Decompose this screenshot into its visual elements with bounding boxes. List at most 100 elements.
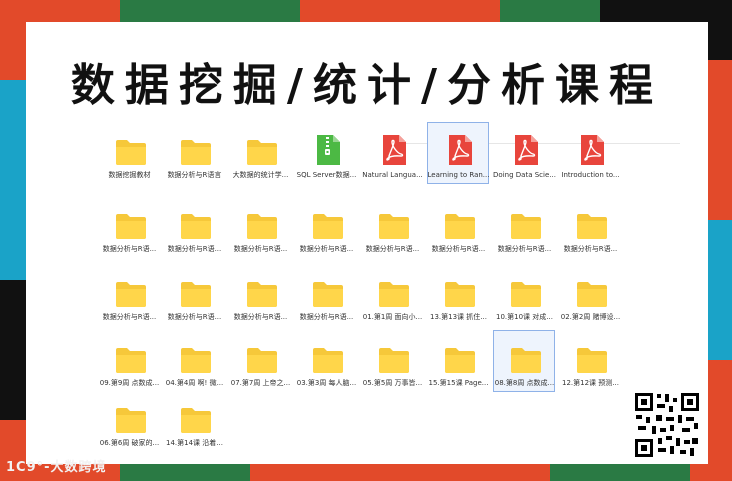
folder-item[interactable]: 14.第14课 沿着... — [165, 400, 227, 462]
file-label: 数据分析与R语言 — [167, 171, 222, 179]
file-label: 数据分析与R语... — [431, 245, 486, 253]
folder-icon — [510, 280, 542, 308]
folder-item[interactable]: 数据分析与R语... — [165, 274, 227, 336]
file-label: Learning to Ran... — [427, 171, 490, 179]
file-label: 数据挖掘教材 — [108, 171, 151, 179]
pdf-file-icon — [576, 135, 608, 166]
file-label: Introduction to... — [561, 171, 620, 179]
folder-icon — [115, 212, 147, 240]
file-item-pdf[interactable]: Introduction to... — [561, 132, 623, 194]
file-label: 03.第3周 每人脑... — [296, 379, 357, 387]
folder-icon — [180, 280, 212, 308]
folder-icon — [378, 346, 410, 374]
folder-icon — [312, 212, 344, 240]
folder-item[interactable]: 数据分析与R语... — [363, 206, 425, 268]
file-label: 13.第13课 抓住... — [430, 313, 487, 321]
folder-icon — [576, 212, 608, 240]
folder-item[interactable]: 12.第12课 预测... — [561, 340, 623, 402]
folder-icon — [246, 280, 278, 308]
folder-item[interactable]: 大数据的统计学... — [231, 132, 293, 194]
folder-item[interactable]: 数据分析与R语... — [231, 274, 293, 336]
file-label: 14.第14课 沿着... — [166, 439, 223, 447]
folder-item[interactable]: 数据分析与R语... — [429, 206, 491, 268]
folder-icon — [180, 138, 212, 166]
pdf-file-icon — [378, 135, 410, 166]
folder-item[interactable]: 数据分析与R语... — [297, 274, 359, 336]
file-label: 数据分析与R语... — [233, 245, 288, 253]
file-label: 数据分析与R语... — [563, 245, 618, 253]
folder-icon — [378, 212, 410, 240]
file-label: 数据分析与R语... — [497, 245, 552, 253]
folder-item[interactable]: 数据分析与R语... — [297, 206, 359, 268]
qr-code — [632, 390, 702, 460]
file-label: Doing Data Scie... — [493, 171, 556, 179]
folder-icon — [115, 138, 147, 166]
folder-item[interactable]: 03.第3周 每人脑... — [297, 340, 359, 402]
folder-item[interactable]: 数据分析与R语... — [100, 206, 162, 268]
folder-icon — [444, 280, 476, 308]
folder-icon — [180, 406, 212, 434]
folder-item[interactable]: 10.第10课 对成... — [495, 274, 557, 336]
folder-icon — [246, 138, 278, 166]
file-label: 数据分析与R语... — [102, 313, 157, 321]
folder-icon — [246, 212, 278, 240]
file-label: 数据分析与R语... — [299, 245, 354, 253]
pdf-file-icon — [510, 135, 542, 166]
folder-icon — [115, 406, 147, 434]
folder-item[interactable]: 04.第4周 啊! 微... — [165, 340, 227, 402]
file-label: 07.第7周 上帝之... — [230, 379, 291, 387]
folder-item[interactable]: 08.第8周 点数成... — [493, 330, 557, 402]
file-label: 10.第10课 对成... — [496, 313, 553, 321]
folder-item[interactable]: 数据分析与R语... — [495, 206, 557, 268]
file-label: SQL Server数据... — [296, 171, 357, 179]
folder-item[interactable]: 13.第13课 抓住... — [429, 274, 491, 336]
file-item-pdf[interactable]: Doing Data Scie... — [493, 132, 557, 194]
file-label: Natural Langua... — [362, 171, 423, 179]
folder-item[interactable]: 05.第5周 万事皆... — [363, 340, 425, 402]
folder-item[interactable]: 01.第1周 面向小... — [363, 274, 425, 336]
folder-item[interactable]: 15.第15课 Page... — [429, 340, 491, 402]
pdf-file-icon — [444, 135, 476, 166]
file-item-pdf[interactable]: Learning to Ran... — [427, 122, 491, 194]
folder-icon — [180, 212, 212, 240]
file-label: 05.第5周 万事皆... — [362, 379, 423, 387]
folder-item[interactable]: 数据分析与R语... — [165, 206, 227, 268]
folder-item[interactable]: 数据挖掘教材 — [100, 132, 162, 194]
folder-icon — [378, 280, 410, 308]
folder-item[interactable]: 06.第6周 破家的... — [100, 400, 162, 462]
folder-item[interactable]: 07.第7周 上帝之... — [231, 340, 293, 402]
file-label: 06.第6周 破家的... — [99, 439, 160, 447]
file-label: 12.第12课 预测... — [562, 379, 619, 387]
folder-item[interactable]: 数据分析与R语... — [231, 206, 293, 268]
folder-icon — [444, 212, 476, 240]
zip-file-icon — [312, 135, 344, 166]
folder-icon — [510, 212, 542, 240]
file-label: 09.第9周 点数成... — [99, 379, 160, 387]
folder-icon — [115, 346, 147, 374]
page-title: 数据挖掘/统计/分析课程 — [70, 60, 664, 111]
file-label: 数据分析与R语... — [233, 313, 288, 321]
folder-item[interactable]: 09.第9周 点数成... — [100, 340, 162, 402]
file-label: 大数据的统计学... — [232, 171, 289, 179]
watermark-text: 1C9°-大数跨境 — [6, 460, 107, 475]
folder-icon — [246, 346, 278, 374]
file-item-zip[interactable]: SQL Server数据... — [297, 132, 359, 194]
folder-item[interactable]: 数据分析与R语... — [100, 274, 162, 336]
file-label: 04.第4周 啊! 微... — [165, 379, 224, 387]
folder-icon — [180, 346, 212, 374]
folder-item[interactable]: 数据分析与R语... — [561, 206, 623, 268]
file-label: 08.第8周 点数成... — [494, 379, 555, 387]
folder-item[interactable]: 数据分析与R语言 — [165, 132, 227, 194]
folder-item[interactable]: 02.第2周 赌博设... — [561, 274, 623, 336]
file-item-pdf[interactable]: Natural Langua... — [362, 132, 425, 194]
folder-icon — [510, 346, 542, 374]
folder-icon — [444, 346, 476, 374]
folder-icon — [115, 280, 147, 308]
file-label: 数据分析与R语... — [299, 313, 354, 321]
file-label: 数据分析与R语... — [167, 313, 222, 321]
file-label: 15.第15课 Page... — [428, 379, 489, 387]
file-label: 数据分析与R语... — [167, 245, 222, 253]
folder-icon — [312, 280, 344, 308]
file-label: 02.第2周 赌博设... — [560, 313, 621, 321]
file-label: 数据分析与R语... — [102, 245, 157, 253]
